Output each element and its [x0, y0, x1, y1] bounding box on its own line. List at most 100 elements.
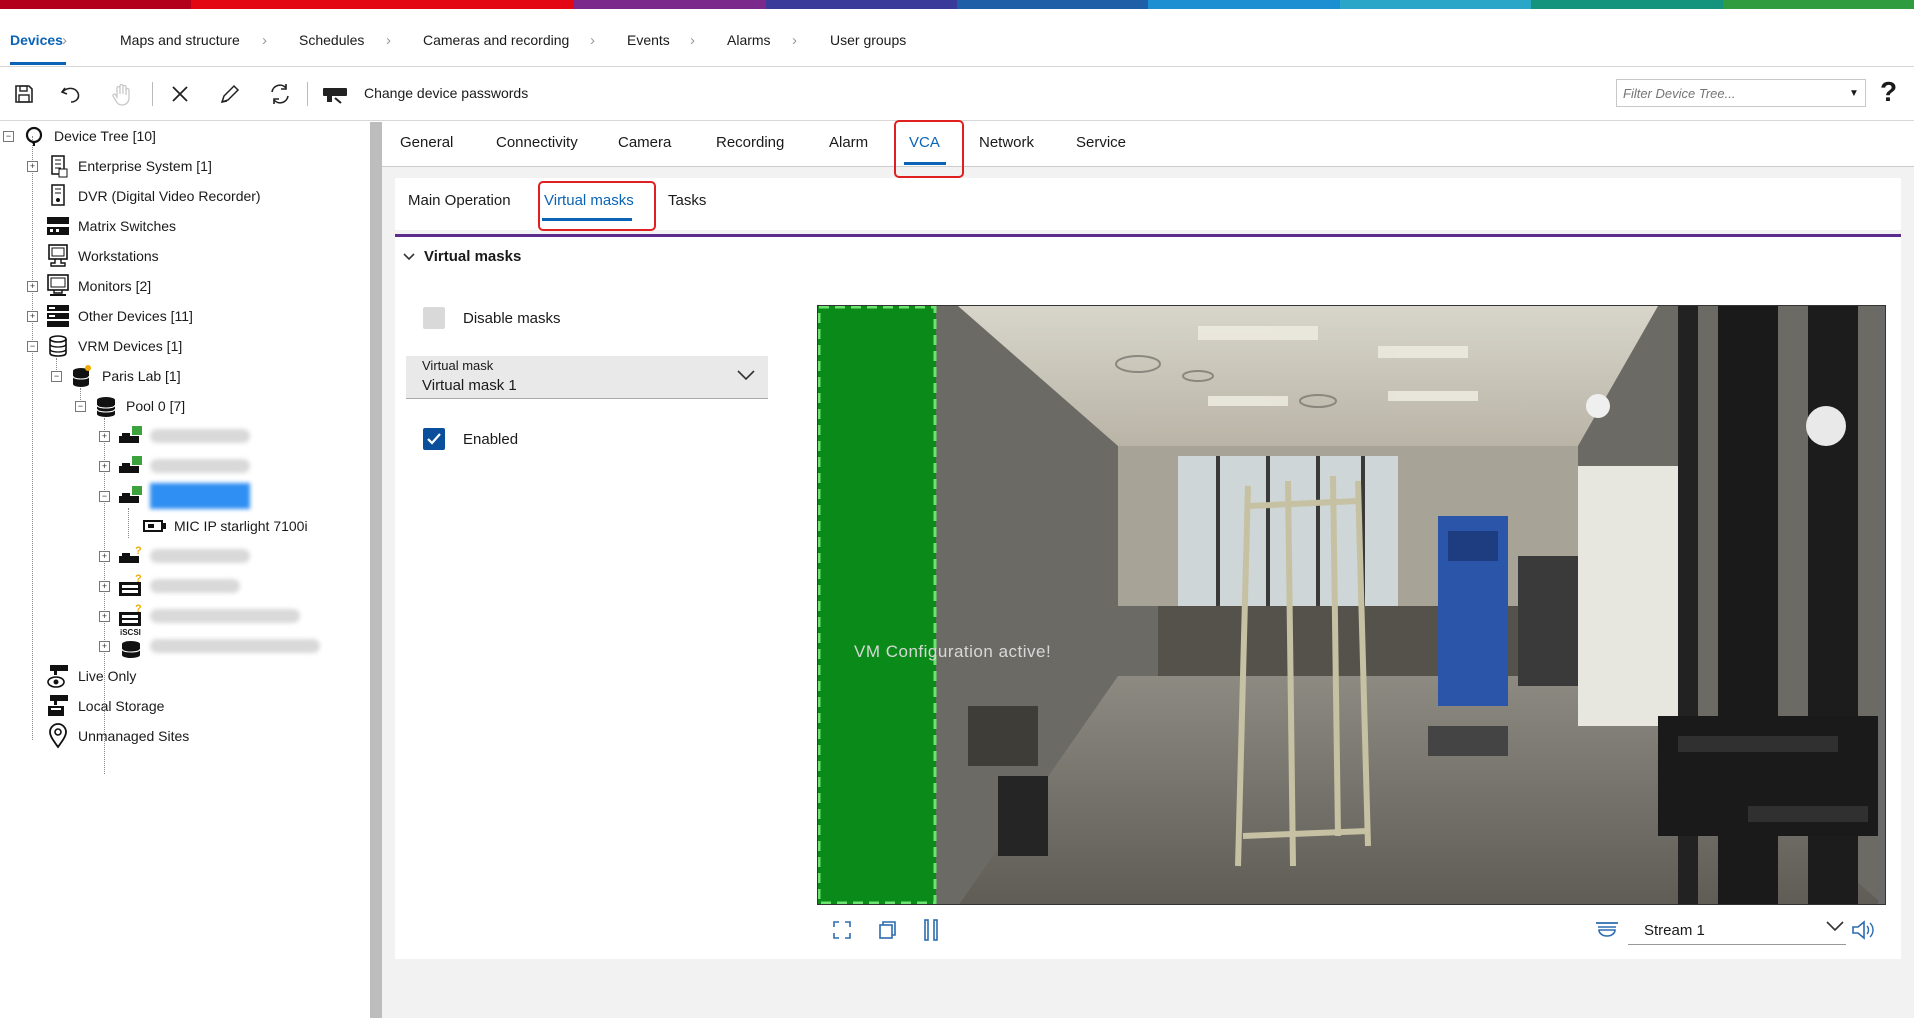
collapse-toggle[interactable]: − [3, 131, 14, 142]
checkmark-icon [427, 433, 441, 445]
hand-button[interactable] [106, 78, 138, 110]
encoder-ok-icon [118, 424, 142, 448]
save-button[interactable] [8, 78, 40, 110]
highlight-box [894, 120, 964, 178]
tree-item-encoder[interactable] [118, 452, 250, 480]
filter-device-tree[interactable]: ▼ [1616, 79, 1866, 107]
nav-devices[interactable]: Devices [0, 32, 63, 48]
subtab-main-operation[interactable]: Main Operation [408, 192, 511, 209]
vm-overlay-text: VM Configuration active! [854, 642, 1052, 661]
panel-splitter[interactable] [370, 122, 382, 1018]
chevron-down-icon[interactable]: ▼ [1843, 88, 1865, 99]
collapse-toggle[interactable]: − [75, 401, 86, 412]
tab-network[interactable]: Network [979, 134, 1034, 151]
brand-stripe-segment [1339, 0, 1532, 9]
change-passwords-label[interactable]: Change device passwords [364, 85, 528, 101]
section-title: Virtual masks [424, 248, 522, 265]
workstation-icon [46, 244, 70, 268]
tree-item-matrix-switches[interactable]: Matrix Switches [46, 212, 176, 240]
tree-item-streaming-gateway[interactable]: ? [118, 602, 300, 630]
tab-recording[interactable]: Recording [716, 134, 784, 151]
section-header[interactable]: Virtual masks [402, 248, 521, 265]
nav-events-label: Events [627, 32, 670, 48]
nav-chevron-icon: › [590, 31, 595, 49]
camera-scene-image [818, 306, 1885, 904]
expand-toggle[interactable]: + [27, 161, 38, 172]
nav-cameras-and-recording[interactable]: Cameras and recording [413, 32, 569, 48]
filter-input[interactable] [1617, 84, 1843, 102]
tree-item-workstations[interactable]: Workstations [46, 242, 159, 270]
enabled-label: Enabled [463, 431, 519, 448]
stream-select[interactable]: Stream 1 [1628, 914, 1846, 945]
tree-item-vrm-devices[interactable]: VRM Devices [1] [46, 332, 182, 360]
tree-item-decoder[interactable]: ? [118, 572, 240, 600]
expand-toggle[interactable]: + [99, 461, 110, 472]
collapse-toggle[interactable]: − [51, 371, 62, 382]
undo-button[interactable] [55, 78, 87, 110]
pause-button[interactable] [916, 915, 946, 945]
brand-stripe-segment [382, 0, 575, 9]
help-button[interactable]: ? [1880, 76, 1897, 108]
snapshot-button[interactable] [872, 915, 902, 945]
tree-item-monitors[interactable]: Monitors [2] [46, 272, 151, 300]
tree-item-other-devices[interactable]: Other Devices [11] [46, 302, 193, 330]
tree-item-live-only[interactable]: Live Only [46, 662, 136, 690]
nav-schedules-label: Schedules [299, 32, 365, 48]
tree-item-device-tree[interactable]: Device Tree [10] [22, 122, 156, 150]
tree-item-enterprise-system[interactable]: Enterprise System [1] [46, 152, 212, 180]
expand-toggle[interactable]: + [27, 311, 38, 322]
tree-item-encoder[interactable] [118, 422, 250, 450]
expand-toggle[interactable]: + [99, 431, 110, 442]
tree-item-local-storage[interactable]: Local Storage [46, 692, 164, 720]
edit-button[interactable] [214, 78, 246, 110]
dome-camera-button[interactable] [1592, 915, 1622, 945]
decoder-warning-icon: ? [118, 574, 142, 598]
svg-text:?: ? [135, 604, 142, 615]
expand-toggle[interactable]: + [27, 281, 38, 292]
tree-item-encoder-selected[interactable] [118, 482, 250, 510]
expand-toggle[interactable]: + [99, 611, 110, 622]
svg-text:?: ? [135, 574, 142, 585]
nav-maps-and-structure[interactable]: Maps and structure [110, 32, 240, 48]
refresh-button[interactable] [264, 78, 296, 110]
tree-item-paris-lab[interactable]: Paris Lab [1] [70, 362, 181, 390]
fullscreen-button[interactable] [827, 915, 857, 945]
audio-button[interactable] [1848, 915, 1878, 945]
virtual-mask-region[interactable] [818, 306, 936, 904]
tree-item-pool-0[interactable]: Pool 0 [7] [94, 392, 185, 420]
nav-user-groups[interactable]: User groups [820, 32, 906, 48]
change-passwords-button[interactable] [318, 78, 354, 110]
redacted-text [150, 579, 240, 593]
camera-icon [142, 514, 166, 538]
subtab-tasks[interactable]: Tasks [668, 192, 706, 209]
tab-camera[interactable]: Camera [618, 134, 671, 151]
tree-item-dvr[interactable]: DVR (Digital Video Recorder) [46, 182, 261, 210]
tab-connectivity[interactable]: Connectivity [496, 134, 578, 151]
collapse-toggle[interactable]: − [99, 491, 110, 502]
tab-service[interactable]: Service [1076, 134, 1126, 151]
tree-item-iscsi[interactable]: iSCSI [118, 628, 320, 660]
vrm-server-icon [70, 364, 94, 388]
nav-alarms[interactable]: Alarms [717, 32, 771, 48]
tab-alarm[interactable]: Alarm [829, 134, 868, 151]
tree-item-unmanaged-sites[interactable]: Unmanaged Sites [46, 722, 189, 750]
circle-icon [22, 124, 46, 148]
virtual-mask-select[interactable]: Virtual mask Virtual mask 1 [406, 356, 768, 399]
tab-general[interactable]: General [400, 134, 453, 151]
enabled-checkbox[interactable] [423, 428, 445, 450]
expand-toggle[interactable]: + [99, 641, 110, 652]
expand-toggle[interactable]: + [99, 551, 110, 562]
undo-icon [60, 87, 80, 103]
nav-events[interactable]: Events [617, 32, 670, 48]
delete-button[interactable] [164, 78, 196, 110]
tree-item-camera[interactable]: MIC IP starlight 7100i [142, 512, 308, 540]
nav-chevron-icon: › [262, 31, 267, 49]
camera-video-view[interactable]: VM Configuration active! [817, 305, 1886, 905]
tree-item-encoder[interactable]: ? [118, 542, 250, 570]
dome-camera-icon [1596, 922, 1618, 937]
tree-connector [128, 508, 129, 538]
collapse-toggle[interactable]: − [27, 341, 38, 352]
disable-masks-checkbox[interactable] [423, 307, 445, 329]
nav-schedules[interactable]: Schedules [289, 32, 364, 48]
expand-toggle[interactable]: + [99, 581, 110, 592]
